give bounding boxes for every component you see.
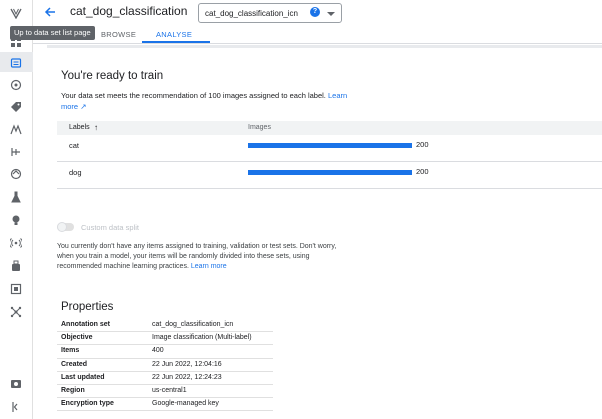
ready-title: You're ready to train	[61, 70, 164, 82]
labels-table: Labels ↑ Images cat 200 dog 200	[57, 121, 602, 189]
images-column-header: Images	[248, 124, 271, 131]
chevron-down-icon	[327, 12, 335, 16]
collapse-icon[interactable]	[9, 400, 23, 414]
image-count-bar	[248, 143, 412, 148]
property-value: 22 Jun 2022, 12:04:16	[152, 360, 222, 368]
properties-title: Properties	[61, 301, 114, 313]
help-icon[interactable]: ?	[310, 7, 320, 17]
property-value: 400	[152, 347, 164, 355]
property-value: 22 Jun 2022, 12:24:23	[152, 373, 222, 381]
dataset-select-value: cat_dog_classification_icn	[205, 9, 298, 18]
metadata-icon[interactable]	[9, 282, 23, 296]
arrow-upward-icon[interactable]: ↑	[94, 123, 98, 132]
matching-engine-icon[interactable]	[9, 305, 23, 319]
vertex-logo-icon[interactable]	[9, 6, 23, 20]
property-key: Annotation set	[61, 321, 110, 328]
datasets-icon[interactable]	[9, 56, 23, 70]
custom-split-toggle[interactable]	[57, 222, 74, 232]
ready-description-text: Your data set meets the recommendation o…	[61, 91, 328, 100]
dataset-select[interactable]: cat_dog_classification_icn	[198, 3, 342, 23]
property-value: Google-managed key	[152, 400, 219, 408]
property-key: Objective	[61, 334, 93, 342]
property-key: Encryption type	[61, 400, 114, 408]
property-row: Objective Image classification (Multi-lab…	[57, 332, 273, 346]
label-name: cat	[69, 141, 80, 150]
custom-split-label: Custom data split	[81, 223, 139, 232]
property-key: Items	[61, 347, 80, 355]
back-button[interactable]	[41, 3, 59, 21]
arrow-back-icon	[44, 7, 55, 17]
content-top-band	[47, 45, 602, 48]
tab-bar: BROWSE ANALYSE	[33, 24, 602, 44]
table-row[interactable]: cat 200	[57, 135, 602, 162]
image-count: 200	[416, 140, 429, 149]
open-in-new-icon: ↗	[80, 102, 87, 111]
ready-description: Your data set meets the recommendation o…	[61, 90, 351, 112]
label-name: dog	[69, 168, 82, 177]
property-key: Region	[61, 386, 85, 394]
workbench-icon[interactable]	[9, 123, 23, 137]
split-description: You currently don't have any items assig…	[57, 242, 347, 272]
image-count-bar	[248, 170, 412, 175]
page-title: cat_dog_classification	[70, 4, 188, 18]
property-value: Image classification (Multi-label)	[152, 334, 252, 342]
labels-table-header: Labels ↑ Images	[57, 121, 602, 135]
left-nav-rail	[0, 0, 33, 419]
labeling-icon[interactable]	[9, 100, 23, 114]
property-row: Encryption type Google-managed key	[57, 398, 273, 412]
property-value: us-central1	[152, 386, 187, 394]
image-count: 200	[416, 167, 429, 176]
property-row: Last updated 22 Jun 2022, 12:24:23	[57, 372, 273, 385]
property-row: Annotation set cat_dog_classification_icn	[57, 319, 273, 333]
labels-column-header[interactable]: Labels	[69, 124, 90, 131]
property-key: Last updated	[61, 373, 105, 381]
property-key: Created	[61, 360, 88, 368]
main-content: You're ready to train Your data set meet…	[33, 45, 602, 419]
property-value: cat_dog_classification_icn	[152, 321, 234, 328]
pipelines-icon[interactable]	[9, 145, 23, 159]
tab-browse[interactable]: BROWSE	[101, 30, 136, 39]
feature-store-icon[interactable]	[9, 78, 23, 92]
property-row: Region us-central1	[57, 385, 273, 399]
properties-table: Annotation set cat_dog_classification_icn…	[57, 319, 273, 412]
property-row: Created 22 Jun 2022, 12:04:16	[57, 359, 273, 372]
active-tab-indicator	[142, 41, 210, 43]
models-icon[interactable]	[9, 213, 23, 227]
experiments-icon[interactable]	[9, 190, 23, 204]
back-tooltip: Up to data set list page	[10, 26, 95, 40]
toggle-knob	[57, 222, 67, 232]
marketplace-icon[interactable]	[9, 376, 23, 390]
split-learn-more-link[interactable]: Learn more	[191, 263, 227, 270]
endpoints-icon[interactable]	[9, 236, 23, 250]
tab-analyse[interactable]: ANALYSE	[156, 30, 192, 39]
property-row: Items 400	[57, 345, 273, 359]
batch-predictions-icon[interactable]	[9, 259, 23, 273]
page-header: cat_dog_classification cat_dog_classific…	[33, 0, 602, 24]
table-row[interactable]: dog 200	[57, 162, 602, 189]
training-icon[interactable]	[9, 167, 23, 181]
